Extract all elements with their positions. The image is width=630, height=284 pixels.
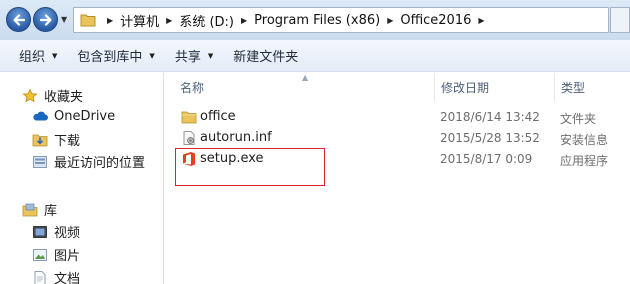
breadcrumb-separator-icon[interactable]: ▶ <box>241 16 247 25</box>
nav-label-downloads: 下载 <box>54 134 81 149</box>
breadcrumb-separator-icon[interactable]: ▶ <box>387 16 393 25</box>
arrow-left-icon <box>12 13 25 26</box>
breadcrumb-drive-d[interactable]: 系统 (D:) <box>179 11 234 30</box>
nav-item-videos[interactable]: 视频 <box>32 222 80 241</box>
recent-places-icon <box>33 155 47 168</box>
nav-item-documents[interactable]: 文档 <box>32 268 80 284</box>
file-type: 安装信息 <box>560 133 609 147</box>
file-modified-date: 2018/6/14 13:42 <box>440 110 540 124</box>
share-menu[interactable]: 共享 ▼ <box>165 40 223 72</box>
nav-label-libraries: 库 <box>44 204 58 219</box>
new-folder-button[interactable]: 新建文件夹 <box>223 40 308 72</box>
nav-label-pictures: 图片 <box>54 249 81 264</box>
file-row-autorun[interactable]: autorun.inf 2015/5/28 13:52 安装信息 <box>170 128 624 149</box>
downloads-folder-icon <box>32 134 48 146</box>
file-name: office <box>200 109 236 124</box>
column-divider[interactable] <box>554 73 555 101</box>
document-icon <box>34 270 46 284</box>
command-toolbar: 组织 ▼ 包含到库中 ▼ 共享 ▼ 新建文件夹 <box>0 40 630 72</box>
nav-label-videos: 视频 <box>54 226 81 241</box>
nav-item-onedrive[interactable]: OneDrive <box>32 108 115 124</box>
forward-button[interactable] <box>33 7 58 32</box>
column-header-type[interactable]: 类型 <box>561 73 627 101</box>
breadcrumb-office2016[interactable]: Office2016 <box>400 13 471 28</box>
chevron-down-icon: ▼ <box>149 51 155 60</box>
breadcrumb-separator-icon[interactable]: ▶ <box>478 16 484 25</box>
nav-item-downloads[interactable]: 下载 <box>32 130 80 149</box>
breadcrumb-computer[interactable]: 计算机 <box>120 11 159 30</box>
star-icon <box>22 88 38 102</box>
picture-icon <box>33 248 47 261</box>
include-in-library-label: 包含到库中 <box>77 50 143 65</box>
column-header-type-label: 类型 <box>561 80 586 95</box>
nav-item-favorites[interactable]: 收藏夹 <box>22 86 83 105</box>
file-type: 应用程序 <box>560 154 609 168</box>
file-modified-date: 2015/8/17 0:09 <box>440 152 533 166</box>
nav-label-onedrive: OneDrive <box>54 108 116 124</box>
column-header-modified-label: 修改日期 <box>441 80 490 95</box>
nav-label-documents: 文档 <box>54 272 81 284</box>
organize-label: 组织 <box>19 50 46 65</box>
sort-ascending-icon: ▲ <box>302 73 309 82</box>
nav-label-recent-places: 最近访问的位置 <box>54 156 146 171</box>
arrow-right-icon <box>39 13 52 26</box>
folder-icon <box>181 111 197 124</box>
breadcrumb-separator-icon[interactable]: ▶ <box>107 16 113 25</box>
chevron-down-icon: ▼ <box>207 51 214 60</box>
address-bar: ▼ ▶ 计算机 ▶ 系统 (D:) ▶ Program Files (x86) … <box>0 0 630 40</box>
nav-label-favorites: 收藏夹 <box>44 90 84 105</box>
breadcrumb-separator-icon[interactable]: ▶ <box>166 16 172 25</box>
chevron-down-icon: ▼ <box>52 51 58 60</box>
column-header-name-label: 名称 <box>180 80 205 95</box>
back-button[interactable] <box>6 7 31 32</box>
share-label: 共享 <box>174 50 201 65</box>
library-icon <box>22 203 38 216</box>
cloud-icon <box>33 111 48 121</box>
nav-item-recent-places[interactable]: 最近访问的位置 <box>32 152 145 171</box>
new-folder-label: 新建文件夹 <box>233 50 299 65</box>
file-type: 文件夹 <box>560 112 597 126</box>
file-modified-date: 2015/5/28 13:52 <box>440 131 540 145</box>
address-dropdown-button[interactable] <box>610 7 630 33</box>
address-path-box[interactable]: ▶ 计算机 ▶ 系统 (D:) ▶ Program Files (x86) ▶ … <box>73 7 609 33</box>
folder-icon <box>80 14 96 27</box>
file-row-office[interactable]: office 2018/6/14 13:42 文件夹 <box>170 107 624 128</box>
config-file-icon <box>183 131 195 145</box>
breadcrumb-program-files[interactable]: Program Files (x86) <box>254 13 380 28</box>
include-in-library-menu[interactable]: 包含到库中 ▼ <box>67 40 164 72</box>
nav-item-libraries[interactable]: 库 <box>22 200 57 219</box>
organize-menu[interactable]: 组织 ▼ <box>9 40 67 72</box>
nav-item-pictures[interactable]: 图片 <box>32 245 80 264</box>
highlight-annotation-box <box>175 148 325 186</box>
video-icon <box>33 225 47 238</box>
column-header-modified[interactable]: 修改日期 <box>441 73 551 101</box>
recent-pages-chevron-icon[interactable]: ▼ <box>61 15 67 24</box>
file-name: autorun.inf <box>200 130 272 145</box>
column-divider[interactable] <box>434 73 435 101</box>
